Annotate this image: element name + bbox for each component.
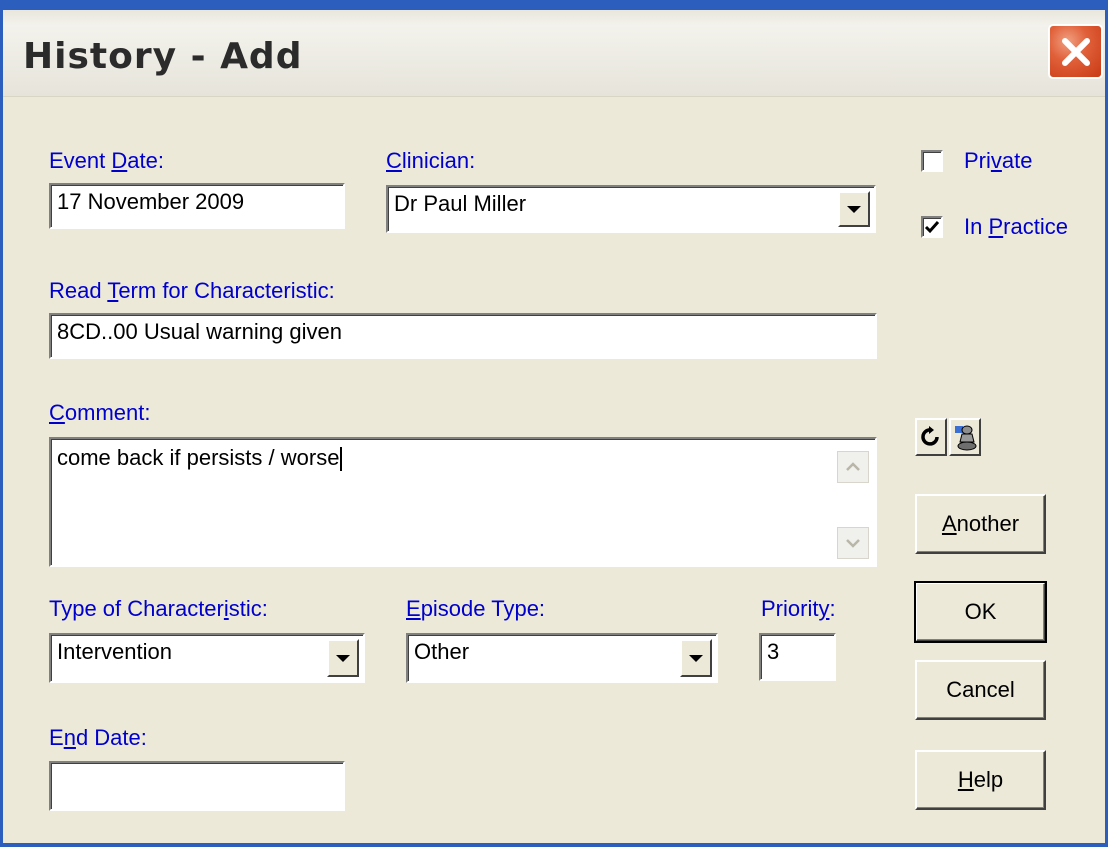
cancel-button[interactable]: Cancel [915, 660, 1046, 720]
help-button[interactable]: Help [915, 750, 1046, 810]
event-date-field[interactable]: 17 November 2009 [49, 183, 345, 229]
scroll-up-button[interactable] [837, 451, 869, 483]
close-button[interactable] [1048, 24, 1103, 79]
checkmark-icon [924, 221, 940, 234]
event-date-label: Event Date: [49, 148, 164, 174]
priority-label: Priority: [761, 596, 836, 621]
clinician-select[interactable]: Dr Paul Miller [386, 185, 876, 233]
comment-textarea[interactable]: come back if persists / worse [49, 437, 877, 567]
in-practice-checkbox[interactable] [921, 216, 943, 238]
priority-field[interactable]: 3 [759, 633, 836, 681]
ok-button[interactable]: OK [914, 581, 1047, 643]
end-date-field[interactable] [49, 761, 345, 811]
episode-type-select[interactable]: Other [406, 633, 718, 683]
private-checkbox[interactable] [921, 150, 943, 172]
refresh-icon [921, 426, 939, 446]
episode-dropdown-button[interactable] [680, 639, 712, 677]
type-of-characteristic-label: Type of Characteristic: [49, 596, 268, 621]
close-icon [1061, 37, 1090, 66]
help-button-label: Help [957, 767, 1004, 792]
window-title: History - Add [23, 36, 303, 77]
read-term-label: Read Term for Characteristic: [49, 278, 335, 303]
title-bar[interactable]: History - Add [3, 0, 1105, 97]
chevron-down-icon [336, 654, 350, 662]
text-caret [340, 447, 343, 472]
type-dropdown-button[interactable] [327, 639, 359, 677]
episode-type-label: Episode Type: [406, 596, 546, 621]
in-practice-label[interactable]: In Practice [964, 214, 1068, 240]
chevron-up-icon [846, 462, 860, 471]
scroll-down-button[interactable] [837, 527, 869, 559]
history-add-dialog: History - Add Event Date: 17 November 20… [0, 0, 1108, 847]
history-tool-button[interactable] [949, 418, 981, 456]
comment-label: Comment: [49, 400, 151, 425]
type-of-characteristic-select[interactable]: Intervention [49, 633, 365, 683]
read-term-field[interactable]: 8CD..00 Usual warning given [49, 313, 877, 359]
episode-type-value: Other [414, 639, 470, 664]
clinician-dropdown-button[interactable] [838, 191, 870, 227]
chevron-down-icon [847, 205, 861, 213]
private-label[interactable]: Private [964, 148, 1032, 174]
clinician-label: Clinician: [386, 148, 476, 173]
type-of-characteristic-value: Intervention [57, 639, 172, 664]
another-button-label: Another [941, 511, 1020, 536]
chevron-down-icon [689, 654, 703, 662]
another-button[interactable]: Another [915, 494, 1046, 554]
clinician-value: Dr Paul Miller [394, 191, 527, 216]
comment-text: come back if persists / worse [57, 445, 340, 470]
chevron-down-icon [846, 539, 860, 548]
stamp-icon [955, 425, 977, 451]
repeat-button[interactable] [915, 418, 947, 456]
event-date-label-text: Event Date: [49, 148, 164, 173]
end-date-label: End Date: [49, 725, 147, 750]
